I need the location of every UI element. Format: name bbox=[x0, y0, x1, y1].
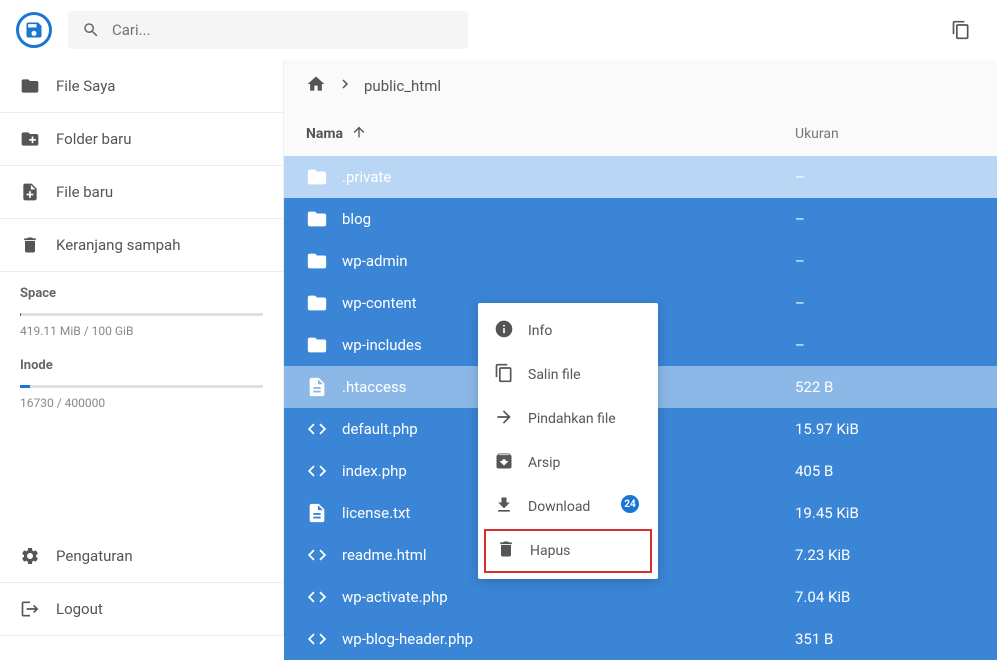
info-icon bbox=[494, 319, 514, 343]
table-row[interactable]: wp-activate.php7.04 KiB bbox=[284, 576, 997, 618]
col-name-header[interactable]: Nama bbox=[306, 124, 795, 144]
sidebar-item-newfolder[interactable]: Folder baru bbox=[0, 113, 283, 166]
ctx-delete[interactable]: Hapus bbox=[484, 529, 652, 573]
file-size: 7.23 KiB bbox=[795, 546, 975, 564]
ctx-label: Download bbox=[528, 499, 590, 515]
folder-icon bbox=[306, 334, 334, 356]
folder-icon bbox=[306, 208, 334, 230]
file-code-icon bbox=[306, 628, 334, 650]
header bbox=[0, 0, 997, 60]
sidebar-label: Keranjang sampah bbox=[56, 236, 180, 254]
breadcrumb: public_html bbox=[284, 60, 997, 112]
file-code-icon bbox=[306, 544, 334, 566]
search-input[interactable] bbox=[112, 21, 454, 39]
file-doc-icon bbox=[306, 502, 334, 524]
file-doc-icon bbox=[306, 376, 334, 398]
file-name: wp-admin bbox=[334, 252, 795, 270]
archive-icon bbox=[494, 451, 514, 475]
file-size: – bbox=[795, 336, 975, 354]
file-size: 15.97 KiB bbox=[795, 420, 975, 438]
ctx-copy[interactable]: Salin file bbox=[478, 353, 658, 397]
ctx-label: Info bbox=[528, 323, 552, 339]
move-icon bbox=[494, 407, 514, 431]
ctx-label: Arsip bbox=[528, 455, 560, 471]
folder-icon bbox=[306, 250, 334, 272]
breadcrumb-current[interactable]: public_html bbox=[364, 77, 441, 95]
file-size: 522 B bbox=[795, 378, 975, 396]
ctx-move[interactable]: Pindahkan file bbox=[478, 397, 658, 441]
file-name: .private bbox=[334, 168, 795, 186]
folder-icon bbox=[306, 166, 334, 188]
table-row[interactable]: .private– bbox=[284, 156, 997, 198]
search-box[interactable] bbox=[68, 11, 468, 49]
chevron-right-icon bbox=[336, 75, 354, 97]
badge: 24 bbox=[621, 495, 639, 513]
file-size: 19.45 KiB bbox=[795, 504, 975, 522]
space-meter: Space 419.11 MiB / 100 GiB bbox=[0, 272, 283, 344]
ctx-archive[interactable]: Arsip bbox=[478, 441, 658, 485]
file-size: – bbox=[795, 168, 975, 186]
arrow-up-icon bbox=[351, 124, 367, 144]
sidebar-item-settings[interactable]: Pengaturan bbox=[0, 530, 283, 583]
sidebar-item-newfile[interactable]: File baru bbox=[0, 166, 283, 219]
sidebar-label: Folder baru bbox=[56, 130, 132, 148]
app-logo[interactable] bbox=[16, 12, 52, 48]
ctx-info[interactable]: Info bbox=[478, 309, 658, 353]
file-size: 7.04 KiB bbox=[795, 588, 975, 606]
sidebar-item-trash[interactable]: Keranjang sampah bbox=[0, 219, 283, 272]
file-name: wp-blog-header.php bbox=[334, 630, 795, 648]
delete-icon bbox=[496, 539, 516, 563]
ctx-label: Pindahkan file bbox=[528, 411, 616, 427]
file-size: – bbox=[795, 294, 975, 312]
col-size-header[interactable]: Ukuran bbox=[795, 126, 975, 142]
file-code-icon bbox=[306, 586, 334, 608]
sidebar-label: File baru bbox=[56, 183, 113, 201]
file-size: 351 B bbox=[795, 630, 975, 648]
folder-icon bbox=[306, 292, 334, 314]
context-menu: Info Salin file Pindahkan file Arsip Downloa… bbox=[478, 303, 658, 579]
ctx-label: Salin file bbox=[528, 367, 581, 383]
download-icon bbox=[494, 495, 514, 519]
sidebar-item-myfiles[interactable]: File Saya bbox=[0, 60, 283, 113]
ctx-label: Hapus bbox=[530, 543, 570, 559]
sidebar: File Saya Folder baru File baru Keranjan… bbox=[0, 60, 284, 636]
file-name: blog bbox=[334, 210, 795, 228]
table-row[interactable]: wp-blog-header.php351 B bbox=[284, 618, 997, 660]
copy-icon bbox=[494, 363, 514, 387]
table-row[interactable]: blog– bbox=[284, 198, 997, 240]
file-name: wp-activate.php bbox=[334, 588, 795, 606]
sidebar-label: Pengaturan bbox=[56, 547, 133, 565]
inode-meter: Inode 16730 / 400000 bbox=[0, 344, 283, 416]
file-size: – bbox=[795, 210, 975, 228]
file-size: 405 B bbox=[795, 462, 975, 480]
file-code-icon bbox=[306, 418, 334, 440]
table-row[interactable]: wp-admin– bbox=[284, 240, 997, 282]
file-size: – bbox=[795, 252, 975, 270]
sidebar-label: Logout bbox=[56, 600, 103, 618]
home-icon[interactable] bbox=[306, 74, 326, 98]
copy-icon[interactable] bbox=[941, 10, 981, 50]
file-code-icon bbox=[306, 460, 334, 482]
table-header: Nama Ukuran bbox=[284, 112, 997, 156]
sidebar-label: File Saya bbox=[56, 77, 115, 95]
sidebar-item-logout[interactable]: Logout bbox=[0, 583, 283, 636]
